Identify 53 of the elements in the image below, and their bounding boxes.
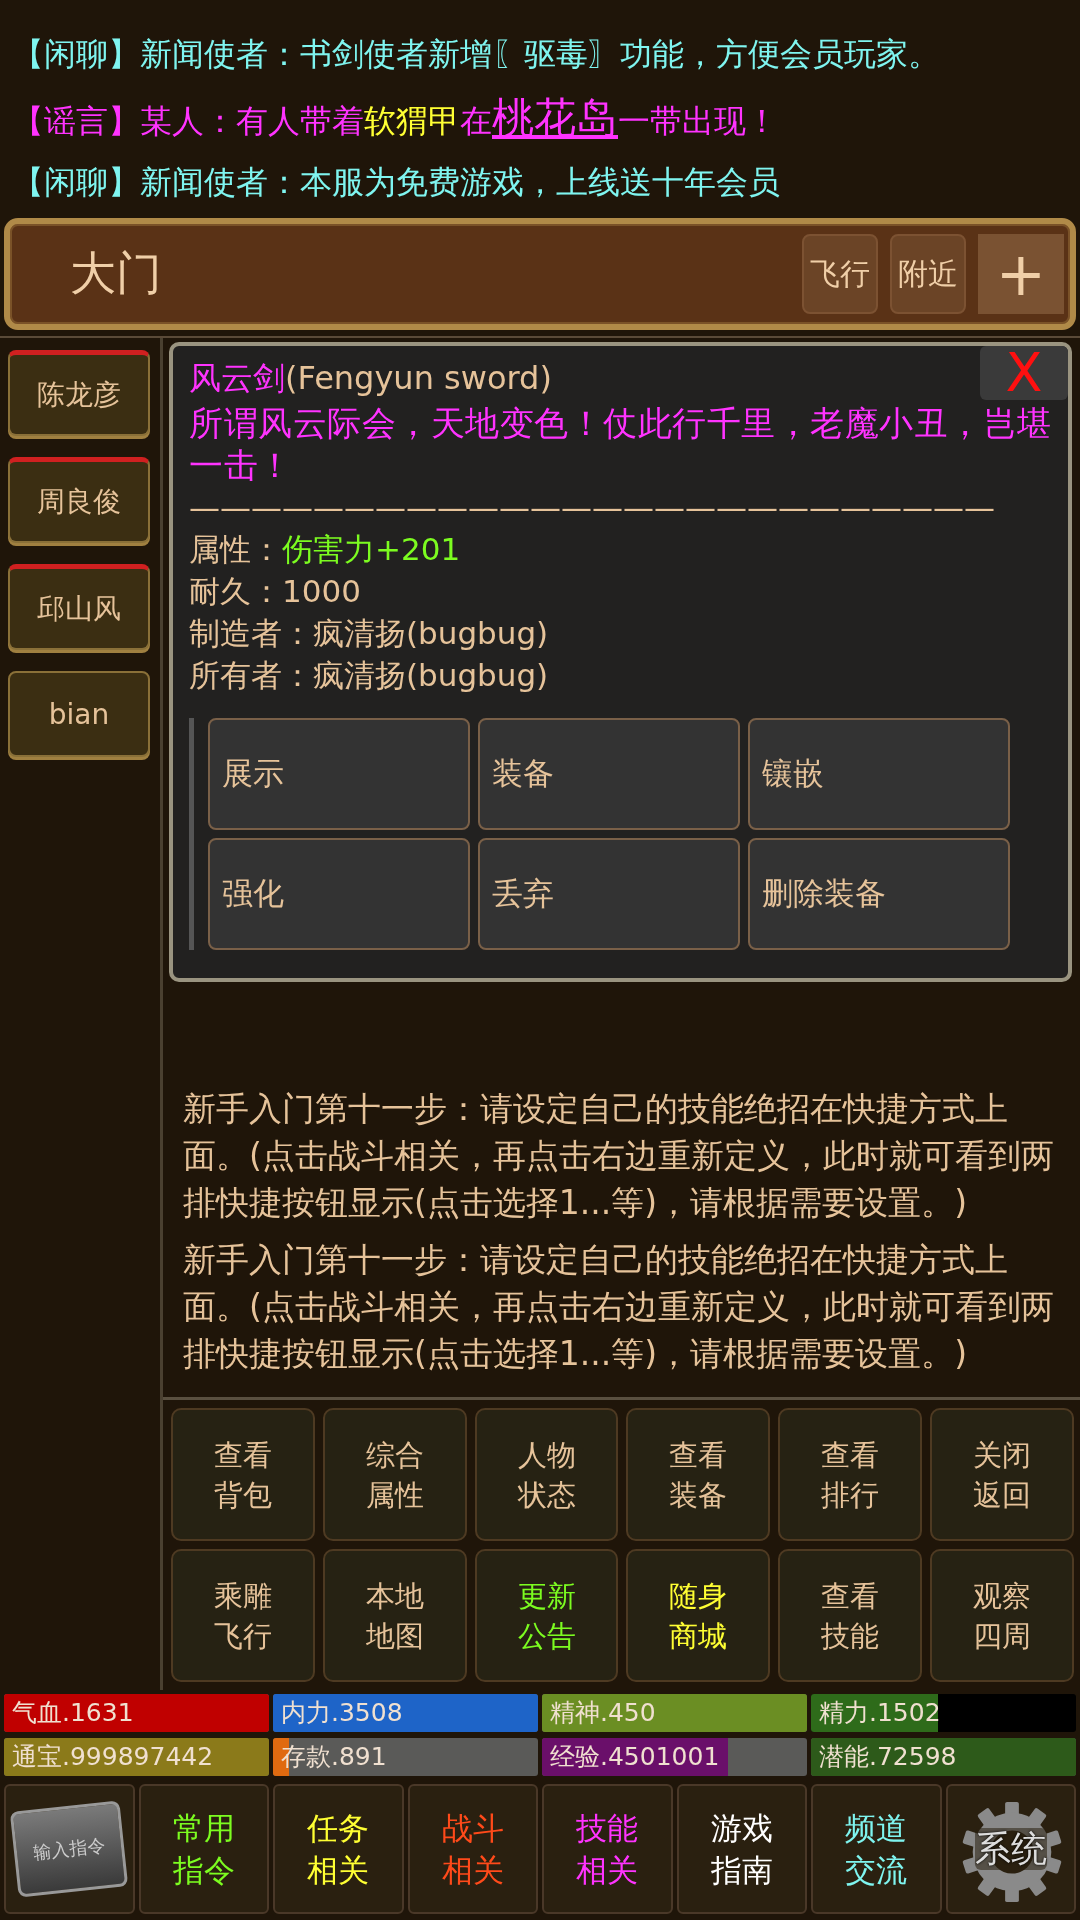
- menu-button[interactable]: 查看 装备: [626, 1408, 771, 1541]
- stat-label: 潜能.72598: [818, 1741, 958, 1773]
- item-action-button[interactable]: 装备: [478, 718, 740, 830]
- menu-button[interactable]: 综合 属性: [322, 1408, 467, 1541]
- stat-label: 精神.450: [549, 1697, 657, 1729]
- chat-message: 【闲聊】新闻使者：书剑使者新增〖驱毒〗功能，方便会员玩家。: [12, 34, 941, 75]
- stat-label: 内力.3508: [280, 1697, 404, 1729]
- attribute-line: 制造者：疯清扬(bugbug): [189, 614, 550, 653]
- nav-button[interactable]: 战斗 相关: [407, 1784, 538, 1914]
- menu-button[interactable]: 查看 技能: [778, 1549, 923, 1682]
- menu-button[interactable]: 查看 背包: [171, 1408, 315, 1541]
- log-message: 新手入门第十一步：请设定自己的技能绝招在快捷方式上面。(点击战斗相关，再点击右边重新定义，此时就可看到两排快捷按钮显示(点击选择1...等)，请根据需要设置。): [183, 1088, 1055, 1224]
- item-action-button[interactable]: 展示: [208, 718, 470, 830]
- npc-button[interactable]: 陈龙彦: [8, 350, 150, 436]
- nav-button[interactable]: 任务 相关: [273, 1784, 404, 1914]
- location-action-button[interactable]: 附近: [890, 234, 966, 314]
- attribute-line: 属性：伤害力+201: [189, 530, 462, 569]
- nav-button[interactable]: 游戏 指南: [676, 1784, 807, 1914]
- menu-button[interactable]: 人物 状态: [474, 1408, 619, 1541]
- menu-button[interactable]: 本地 地图: [322, 1549, 467, 1682]
- nav-button[interactable]: 技能 相关: [542, 1784, 673, 1914]
- location-action-button[interactable]: 飞行: [802, 234, 878, 314]
- attribute-line: 耐久：1000: [189, 572, 362, 611]
- item-action-button[interactable]: 丢弃: [478, 838, 740, 950]
- chat-message: 【闲聊】新闻使者：本服为免费游戏，上线送十年会员: [12, 162, 781, 203]
- stat-label: 经验.4501001: [549, 1741, 721, 1773]
- attribute-line: 所有者：疯清扬(bugbug): [189, 656, 550, 695]
- nav-button[interactable]: 频道 交流: [811, 1784, 942, 1914]
- separator-line: ——————————————————————————: [189, 488, 995, 527]
- menu-button[interactable]: 关闭 返回: [930, 1408, 1074, 1541]
- npc-button[interactable]: 周良俊: [8, 457, 150, 543]
- command-input-button[interactable]: 输入指令: [4, 1784, 135, 1914]
- stat-label: 气血.1631: [11, 1697, 135, 1729]
- item-action-button[interactable]: 镶嵌: [748, 718, 1010, 830]
- npc-button[interactable]: bian: [8, 671, 150, 757]
- chat-message: 【谣言】某人：有人带着软猬甲 在桃花岛一带出现！: [12, 92, 779, 144]
- place-link[interactable]: 桃花岛: [492, 93, 618, 142]
- item-description: 所谓风云际会，天地变色！仗此行千里，老魔小丑，岂堪一击！: [189, 402, 1052, 486]
- item-action-button[interactable]: 删除装备: [748, 838, 1010, 950]
- menu-button[interactable]: 观察 四周: [930, 1549, 1074, 1682]
- menu-button[interactable]: 查看 排行: [778, 1408, 923, 1541]
- menu-button[interactable]: 乘雕 飞行: [171, 1549, 315, 1682]
- nav-button[interactable]: 常用 指令: [138, 1784, 269, 1914]
- system-button[interactable]: 系统: [945, 1784, 1076, 1914]
- item-title: 风云剑(Fengyun sword): [189, 358, 552, 399]
- stat-label: 通宝.999897442: [11, 1741, 215, 1773]
- item-action-button[interactable]: 强化: [208, 838, 470, 950]
- location-title: 大门: [70, 245, 163, 302]
- menu-button[interactable]: 更新 公告: [474, 1549, 619, 1682]
- menu-button[interactable]: 随身 商城: [626, 1549, 771, 1682]
- add-button[interactable]: +: [978, 234, 1064, 314]
- log-message: 新手入门第十一步：请设定自己的技能绝招在快捷方式上面。(点击战斗相关，再点击右边重新定义，此时就可看到两排快捷按钮显示(点击选择1...等)，请根据需要设置。): [183, 1239, 1055, 1375]
- npc-button[interactable]: 邱山风: [8, 564, 150, 650]
